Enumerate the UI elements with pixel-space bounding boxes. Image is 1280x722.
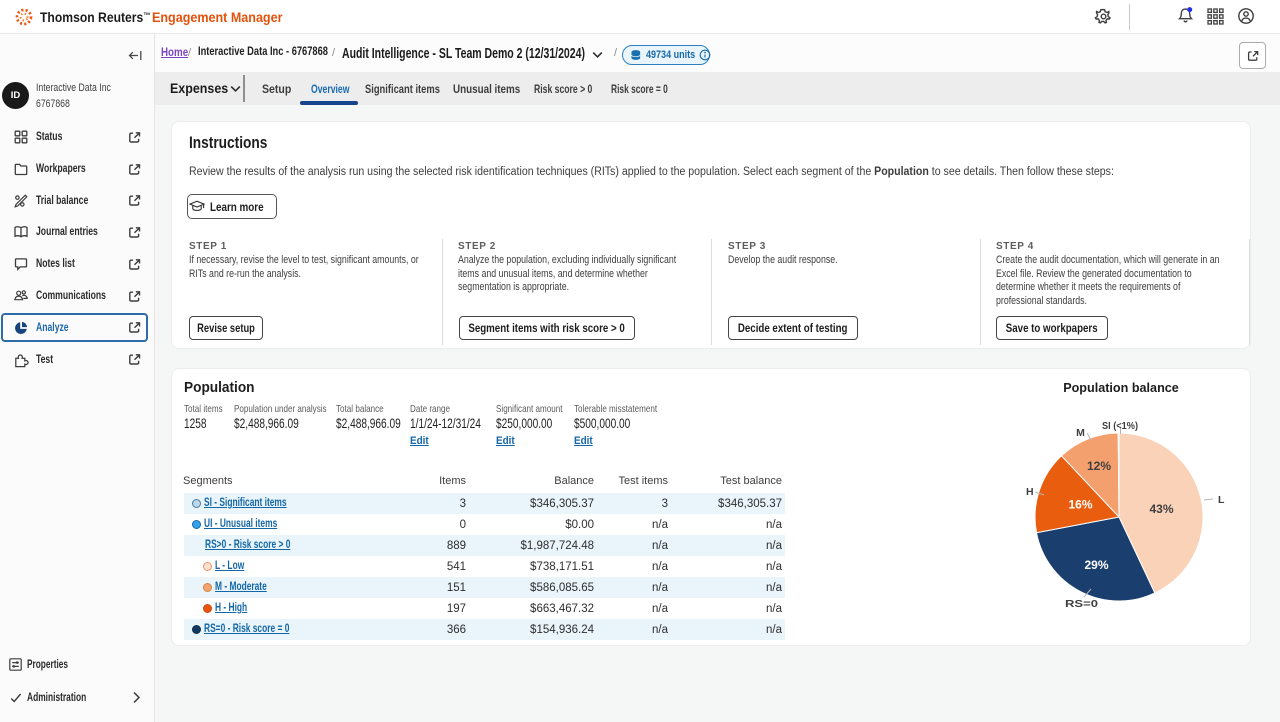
svg-text:M: M — [1076, 427, 1085, 439]
svg-text:H: H — [1026, 486, 1034, 498]
svg-text:29%: 29% — [1084, 558, 1108, 572]
svg-text:16%: 16% — [1068, 498, 1092, 512]
svg-text:12%: 12% — [1087, 459, 1111, 473]
svg-text:L: L — [1218, 494, 1225, 506]
svg-text:SI (<1%): SI (<1%) — [1102, 420, 1138, 432]
svg-text:43%: 43% — [1149, 502, 1173, 516]
svg-text:RS=0: RS=0 — [1065, 598, 1098, 610]
